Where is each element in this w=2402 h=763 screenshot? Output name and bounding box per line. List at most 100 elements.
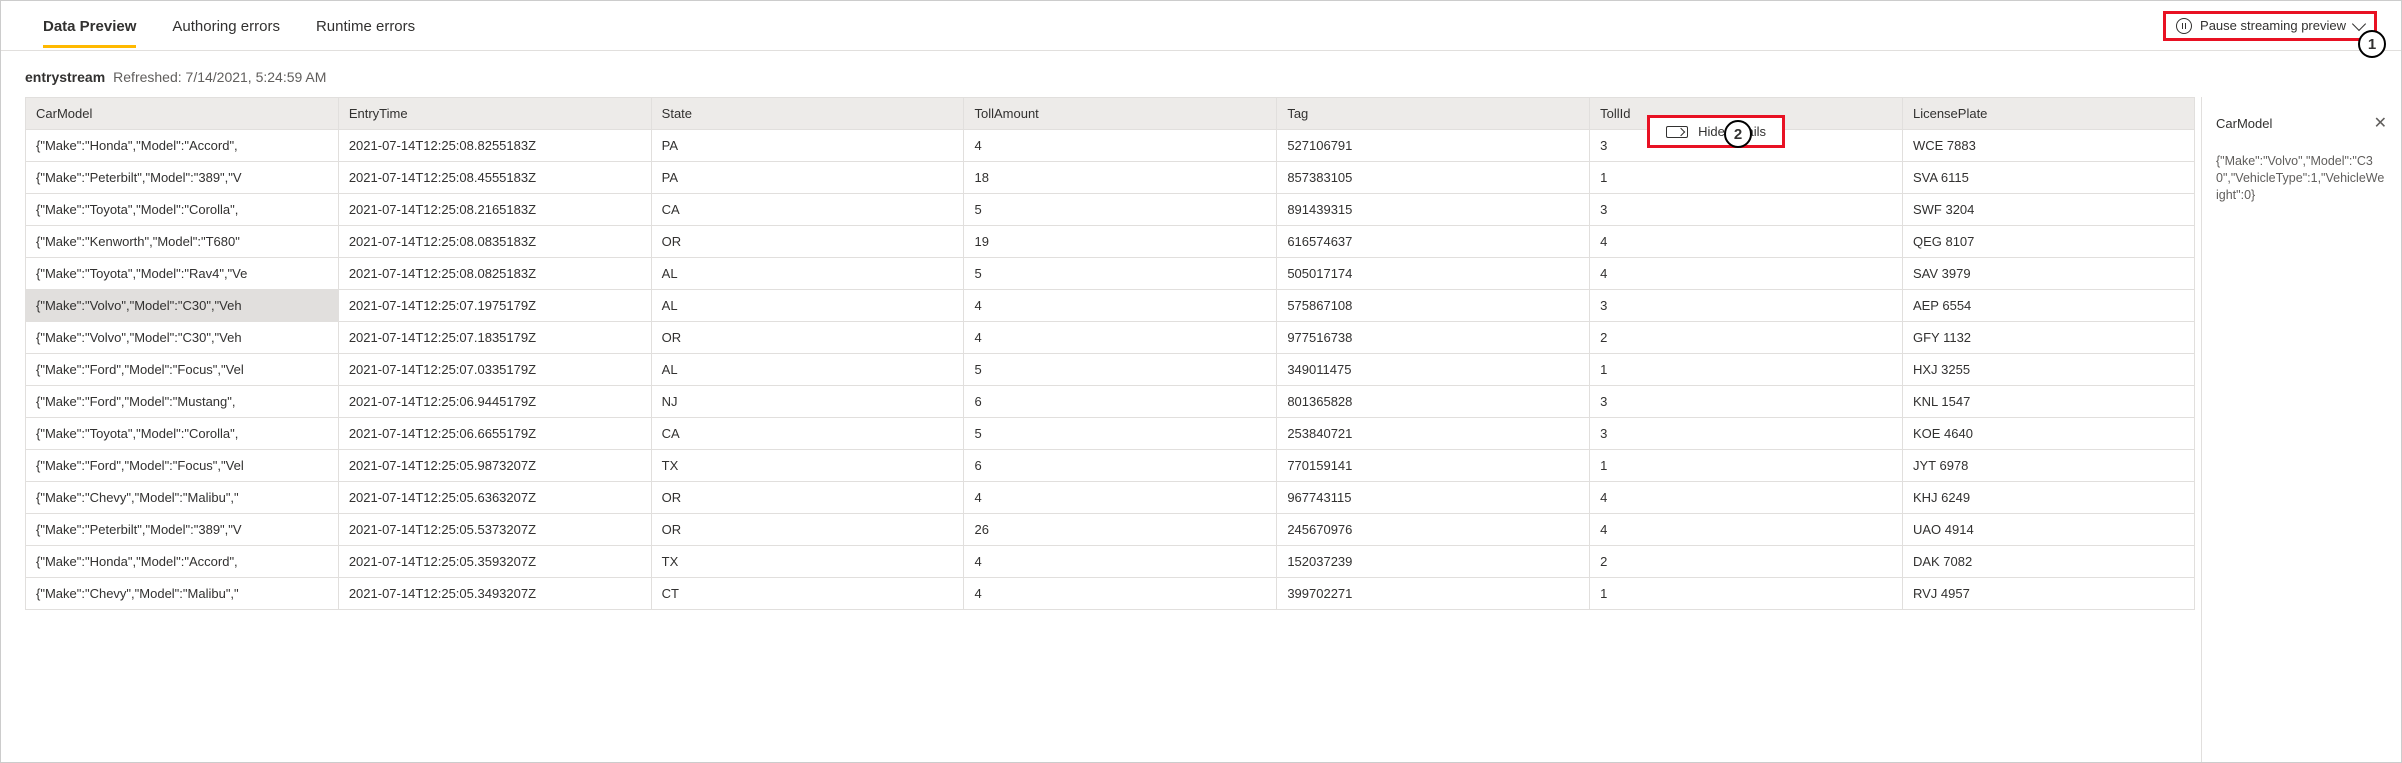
- cell-toll-id[interactable]: 3: [1590, 194, 1903, 226]
- col-header-licenseplate[interactable]: LicensePlate: [1902, 98, 2194, 130]
- cell-entry-time[interactable]: 2021-07-14T12:25:07.0335179Z: [338, 354, 651, 386]
- cell-license-plate[interactable]: SAV 3979: [1902, 258, 2194, 290]
- hide-details-button[interactable]: Hide details: [1647, 115, 1785, 148]
- pause-streaming-preview-button[interactable]: Pause streaming preview: [2163, 11, 2377, 41]
- cell-entry-time[interactable]: 2021-07-14T12:25:05.3593207Z: [338, 546, 651, 578]
- cell-entry-time[interactable]: 2021-07-14T12:25:06.6655179Z: [338, 418, 651, 450]
- cell-tag[interactable]: 253840721: [1277, 418, 1590, 450]
- cell-tag[interactable]: 770159141: [1277, 450, 1590, 482]
- tab-authoring-errors[interactable]: Authoring errors: [154, 4, 298, 47]
- cell-entry-time[interactable]: 2021-07-14T12:25:06.9445179Z: [338, 386, 651, 418]
- cell-license-plate[interactable]: SWF 3204: [1902, 194, 2194, 226]
- cell-entry-time[interactable]: 2021-07-14T12:25:08.0835183Z: [338, 226, 651, 258]
- cell-state[interactable]: NJ: [651, 386, 964, 418]
- cell-toll-amount[interactable]: 4: [964, 482, 1277, 514]
- cell-entry-time[interactable]: 2021-07-14T12:25:08.2165183Z: [338, 194, 651, 226]
- cell-toll-id[interactable]: 4: [1590, 482, 1903, 514]
- table-row[interactable]: {"Make":"Chevy","Model":"Malibu","2021-0…: [26, 578, 2195, 610]
- cell-tag[interactable]: 891439315: [1277, 194, 1590, 226]
- cell-toll-amount[interactable]: 5: [964, 354, 1277, 386]
- close-icon[interactable]: ✕: [2374, 113, 2387, 133]
- cell-toll-amount[interactable]: 4: [964, 130, 1277, 162]
- cell-state[interactable]: CA: [651, 194, 964, 226]
- cell-toll-id[interactable]: 1: [1590, 578, 1903, 610]
- table-row[interactable]: {"Make":"Honda","Model":"Accord",2021-07…: [26, 546, 2195, 578]
- col-header-state[interactable]: State: [651, 98, 964, 130]
- cell-toll-amount[interactable]: 4: [964, 578, 1277, 610]
- cell-state[interactable]: OR: [651, 322, 964, 354]
- cell-state[interactable]: CT: [651, 578, 964, 610]
- cell-tag[interactable]: 505017174: [1277, 258, 1590, 290]
- cell-toll-amount[interactable]: 4: [964, 322, 1277, 354]
- cell-toll-id[interactable]: 4: [1590, 514, 1903, 546]
- cell-toll-amount[interactable]: 5: [964, 418, 1277, 450]
- cell-entry-time[interactable]: 2021-07-14T12:25:05.3493207Z: [338, 578, 651, 610]
- cell-car-model[interactable]: {"Make":"Ford","Model":"Focus","Vel: [26, 450, 339, 482]
- cell-license-plate[interactable]: QEG 8107: [1902, 226, 2194, 258]
- cell-tag[interactable]: 245670976: [1277, 514, 1590, 546]
- cell-tag[interactable]: 801365828: [1277, 386, 1590, 418]
- cell-toll-amount[interactable]: 5: [964, 258, 1277, 290]
- table-row[interactable]: {"Make":"Chevy","Model":"Malibu","2021-0…: [26, 482, 2195, 514]
- cell-tag[interactable]: 967743115: [1277, 482, 1590, 514]
- cell-state[interactable]: OR: [651, 514, 964, 546]
- cell-car-model[interactable]: {"Make":"Chevy","Model":"Malibu",": [26, 482, 339, 514]
- cell-tag[interactable]: 152037239: [1277, 546, 1590, 578]
- cell-license-plate[interactable]: SVA 6115: [1902, 162, 2194, 194]
- cell-license-plate[interactable]: KOE 4640: [1902, 418, 2194, 450]
- cell-toll-amount[interactable]: 4: [964, 290, 1277, 322]
- cell-car-model[interactable]: {"Make":"Volvo","Model":"C30","Veh: [26, 322, 339, 354]
- cell-state[interactable]: PA: [651, 162, 964, 194]
- col-header-tollamount[interactable]: TollAmount: [964, 98, 1277, 130]
- cell-state[interactable]: TX: [651, 450, 964, 482]
- cell-toll-id[interactable]: 2: [1590, 546, 1903, 578]
- cell-state[interactable]: AL: [651, 354, 964, 386]
- cell-toll-amount[interactable]: 6: [964, 450, 1277, 482]
- cell-toll-amount[interactable]: 4: [964, 546, 1277, 578]
- table-row[interactable]: {"Make":"Toyota","Model":"Corolla",2021-…: [26, 194, 2195, 226]
- cell-car-model[interactable]: {"Make":"Kenworth","Model":"T680": [26, 226, 339, 258]
- table-row[interactable]: {"Make":"Ford","Model":"Focus","Vel2021-…: [26, 450, 2195, 482]
- cell-license-plate[interactable]: KHJ 6249: [1902, 482, 2194, 514]
- cell-toll-amount[interactable]: 19: [964, 226, 1277, 258]
- cell-toll-id[interactable]: 3: [1590, 418, 1903, 450]
- cell-entry-time[interactable]: 2021-07-14T12:25:08.8255183Z: [338, 130, 651, 162]
- cell-toll-id[interactable]: 3: [1590, 386, 1903, 418]
- cell-toll-id[interactable]: 1: [1590, 162, 1903, 194]
- cell-license-plate[interactable]: UAO 4914: [1902, 514, 2194, 546]
- cell-car-model[interactable]: {"Make":"Ford","Model":"Focus","Vel: [26, 354, 339, 386]
- cell-toll-id[interactable]: 2: [1590, 322, 1903, 354]
- col-header-entrytime[interactable]: EntryTime: [338, 98, 651, 130]
- cell-tag[interactable]: 349011475: [1277, 354, 1590, 386]
- table-row[interactable]: {"Make":"Honda","Model":"Accord",2021-07…: [26, 130, 2195, 162]
- cell-state[interactable]: OR: [651, 482, 964, 514]
- tab-runtime-errors[interactable]: Runtime errors: [298, 4, 433, 47]
- cell-tag[interactable]: 527106791: [1277, 130, 1590, 162]
- cell-toll-id[interactable]: 4: [1590, 258, 1903, 290]
- cell-license-plate[interactable]: KNL 1547: [1902, 386, 2194, 418]
- cell-toll-id[interactable]: 3: [1590, 290, 1903, 322]
- cell-state[interactable]: AL: [651, 258, 964, 290]
- cell-car-model[interactable]: {"Make":"Honda","Model":"Accord",: [26, 546, 339, 578]
- cell-toll-id[interactable]: 4: [1590, 226, 1903, 258]
- cell-car-model[interactable]: {"Make":"Peterbilt","Model":"389","V: [26, 514, 339, 546]
- cell-car-model[interactable]: {"Make":"Toyota","Model":"Corolla",: [26, 194, 339, 226]
- tab-data-preview[interactable]: Data Preview: [25, 4, 154, 47]
- cell-car-model[interactable]: {"Make":"Peterbilt","Model":"389","V: [26, 162, 339, 194]
- cell-car-model[interactable]: {"Make":"Ford","Model":"Mustang",: [26, 386, 339, 418]
- cell-toll-amount[interactable]: 6: [964, 386, 1277, 418]
- table-row[interactable]: {"Make":"Kenworth","Model":"T680"2021-07…: [26, 226, 2195, 258]
- cell-state[interactable]: OR: [651, 226, 964, 258]
- col-header-carmodel[interactable]: CarModel: [26, 98, 339, 130]
- cell-entry-time[interactable]: 2021-07-14T12:25:07.1835179Z: [338, 322, 651, 354]
- cell-entry-time[interactable]: 2021-07-14T12:25:05.6363207Z: [338, 482, 651, 514]
- col-header-tag[interactable]: Tag: [1277, 98, 1590, 130]
- cell-car-model[interactable]: {"Make":"Honda","Model":"Accord",: [26, 130, 339, 162]
- cell-entry-time[interactable]: 2021-07-14T12:25:05.5373207Z: [338, 514, 651, 546]
- cell-license-plate[interactable]: DAK 7082: [1902, 546, 2194, 578]
- cell-entry-time[interactable]: 2021-07-14T12:25:08.0825183Z: [338, 258, 651, 290]
- cell-license-plate[interactable]: JYT 6978: [1902, 450, 2194, 482]
- table-row[interactable]: {"Make":"Ford","Model":"Mustang",2021-07…: [26, 386, 2195, 418]
- cell-license-plate[interactable]: GFY 1132: [1902, 322, 2194, 354]
- table-row[interactable]: {"Make":"Toyota","Model":"Corolla",2021-…: [26, 418, 2195, 450]
